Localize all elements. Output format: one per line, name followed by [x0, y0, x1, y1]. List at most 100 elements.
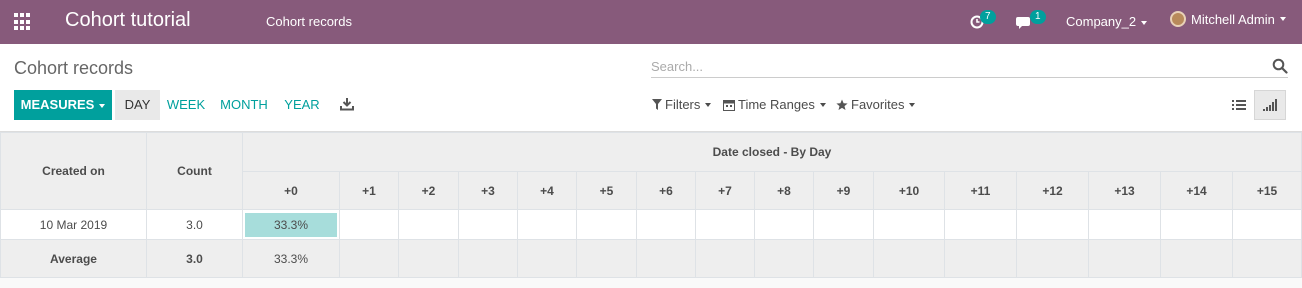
- interval-header: +1: [339, 171, 399, 210]
- average-cell-empty: [695, 239, 755, 278]
- interval-header: +6: [636, 171, 696, 210]
- star-icon: [836, 99, 848, 110]
- chevron-down-icon: [1279, 17, 1286, 21]
- interval-header: +7: [695, 171, 755, 210]
- cohort-cell-empty: [458, 209, 518, 240]
- average-cell-empty: [517, 239, 577, 278]
- cohort-table-container: Created on Count Date closed - By Day +0…: [0, 131, 1302, 288]
- time-ranges-dropdown[interactable]: Time Ranges: [723, 97, 826, 112]
- row-count: 3.0: [146, 209, 243, 240]
- average-cell-empty: [398, 239, 459, 278]
- chevron-down-icon: [819, 102, 826, 107]
- row-label: 10 Mar 2019: [0, 209, 147, 240]
- cohort-cell-empty: [517, 209, 577, 240]
- table-row: 10 Mar 2019 3.0 33.3%: [0, 209, 1302, 240]
- messages-button[interactable]: 1: [1015, 10, 1049, 34]
- interval-year-button[interactable]: YEAR: [279, 90, 325, 120]
- cohort-cell[interactable]: 33.3%: [242, 209, 340, 240]
- interval-month-button[interactable]: MONTH: [215, 90, 273, 120]
- average-cell-empty: [1232, 239, 1302, 278]
- breadcrumb: Cohort records: [14, 58, 134, 78]
- interval-header: +4: [517, 171, 577, 210]
- signal-bars-icon: [1263, 99, 1277, 111]
- interval-header: +3: [458, 171, 518, 210]
- cohort-cell-empty: [1088, 209, 1161, 240]
- measures-label: MEASURES: [20, 97, 95, 112]
- avatar: [1170, 11, 1186, 27]
- interval-header: +9: [813, 171, 874, 210]
- cohort-cell-empty: [754, 209, 814, 240]
- interval-header: +10: [873, 171, 945, 210]
- download-icon[interactable]: [340, 97, 354, 111]
- chevron-down-icon: [909, 102, 916, 107]
- count-header: Count: [146, 132, 243, 210]
- measures-button[interactable]: MEASURES: [14, 90, 112, 120]
- chevron-down-icon: [1141, 20, 1148, 25]
- average-count: 3.0: [146, 239, 243, 278]
- chevron-down-icon: [705, 102, 712, 107]
- average-label: Average: [0, 239, 147, 278]
- activity-badge: 7: [980, 10, 996, 24]
- user-name: Mitchell Admin: [1191, 11, 1275, 27]
- cohort-cell-empty: [813, 209, 874, 240]
- menu-cohort-records[interactable]: Cohort records: [266, 14, 352, 29]
- cohort-cell-empty: [944, 209, 1017, 240]
- interval-header: +12: [1016, 171, 1089, 210]
- cohort-cell-empty: [576, 209, 637, 240]
- cohort-cell-empty: [695, 209, 755, 240]
- interval-header: +8: [754, 171, 814, 210]
- interval-header: +2: [398, 171, 459, 210]
- average-cell-empty: [1016, 239, 1089, 278]
- list-icon: [1232, 100, 1246, 110]
- time-ranges-label: Time Ranges: [738, 97, 815, 112]
- company-name: Company_2: [1066, 14, 1137, 29]
- filters-label: Filters: [665, 97, 701, 112]
- top-navbar: Cohort tutorial Cohort records 7 1 Compa…: [0, 0, 1302, 44]
- interval-header: +11: [944, 171, 1017, 210]
- interval-day-button[interactable]: DAY: [115, 90, 160, 120]
- interval-header: +13: [1088, 171, 1161, 210]
- average-row: Average 3.0 33.3%: [0, 239, 1302, 278]
- search-bar: [651, 56, 1288, 78]
- cohort-cell-empty: [1016, 209, 1089, 240]
- cohort-cell-empty: [636, 209, 696, 240]
- cohort-cell-empty: [1160, 209, 1233, 240]
- cohort-cell-empty: [339, 209, 399, 240]
- interval-header: +5: [576, 171, 637, 210]
- average-cell-empty: [458, 239, 518, 278]
- cohort-cell-value: 33.3%: [245, 212, 337, 237]
- favorites-label: Favorites: [851, 97, 905, 112]
- cohort-table: Created on Count Date closed - By Day +0…: [0, 132, 1302, 278]
- app-title: Cohort tutorial: [65, 9, 191, 31]
- created-on-header: Created on: [0, 132, 147, 210]
- interval-header: +14: [1160, 171, 1233, 210]
- list-view-button[interactable]: [1222, 90, 1254, 120]
- cohort-cell-empty: [398, 209, 459, 240]
- chevron-down-icon: [99, 103, 106, 108]
- average-cell-empty: [813, 239, 874, 278]
- company-switcher[interactable]: Company_2: [1066, 14, 1148, 29]
- favorites-dropdown[interactable]: Favorites: [836, 97, 916, 112]
- messages-badge: 1: [1030, 10, 1046, 24]
- calendar-icon: [723, 99, 735, 111]
- average-cell-empty: [1088, 239, 1161, 278]
- search-input[interactable]: [651, 56, 1251, 76]
- cohort-cell-empty: [1232, 209, 1302, 240]
- filter-icon: [652, 99, 662, 110]
- cohort-view-button[interactable]: [1254, 90, 1286, 120]
- average-cell-empty: [944, 239, 1017, 278]
- average-value: 33.3%: [242, 239, 340, 278]
- activity-button[interactable]: 7: [968, 10, 998, 34]
- average-cell-empty: [339, 239, 399, 278]
- interval-week-button[interactable]: WEEK: [163, 90, 209, 120]
- average-cell-empty: [1160, 239, 1233, 278]
- date-closed-group-header: Date closed - By Day: [242, 132, 1302, 172]
- filters-dropdown[interactable]: Filters: [652, 97, 712, 112]
- average-cell-empty: [576, 239, 637, 278]
- average-cell-empty: [636, 239, 696, 278]
- cohort-cell-empty: [873, 209, 945, 240]
- app-menu-icon[interactable]: [14, 13, 32, 31]
- user-menu[interactable]: Mitchell Admin: [1170, 11, 1286, 27]
- search-icon[interactable]: [1272, 58, 1288, 74]
- average-cell-empty: [873, 239, 945, 278]
